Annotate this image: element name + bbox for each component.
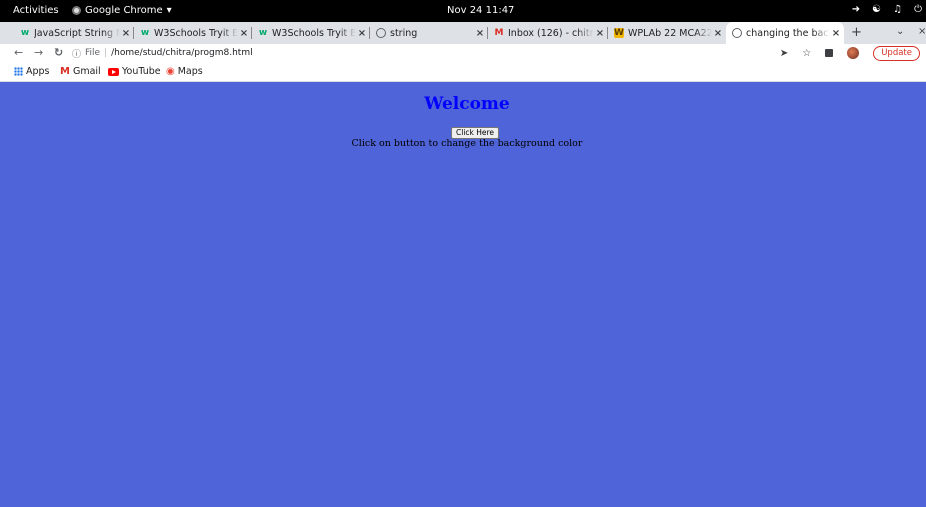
power-icon[interactable]: ⏻ (914, 4, 922, 15)
tab-string[interactable]: string × (370, 22, 488, 44)
close-icon[interactable]: × (356, 28, 368, 39)
close-icon[interactable]: × (238, 28, 250, 39)
new-tab-button[interactable]: + (851, 25, 862, 40)
bookmark-label: YouTube (122, 66, 161, 77)
app-name: Google Chrome (85, 5, 163, 16)
system-top-bar: Activities Google Chrome ▾ Nov 24 11:47 … (0, 0, 926, 22)
activities-button[interactable]: Activities (13, 5, 59, 16)
tab-gmail-inbox[interactable]: M Inbox (126) - chitrak × (488, 22, 608, 44)
bookmark-apps[interactable]: Apps (14, 66, 50, 77)
reload-icon[interactable]: ↻ (54, 46, 63, 59)
caret-down-icon: ▾ (166, 5, 172, 16)
globe-icon (376, 28, 386, 38)
gmail-icon: M (60, 66, 70, 77)
info-icon[interactable]: ⓘ (72, 47, 81, 60)
youtube-icon (108, 67, 119, 76)
tab-javascript-string-methods[interactable]: w JavaScript String Me × (14, 22, 134, 44)
scheme-separator: | (104, 48, 108, 58)
tab-title: W3Schools Tryit Edi (154, 27, 238, 39)
page-heading: Welcome (424, 94, 510, 114)
w3schools-icon: w (258, 28, 268, 38)
bookmark-maps[interactable]: ◉ Maps (166, 66, 203, 77)
accessibility-icon[interactable]: ➜ (852, 4, 860, 15)
browser-toolbar: ← → ↻ ⓘ File | /home/stud/chitra/progm8.… (0, 44, 926, 62)
scheme-label: File (85, 48, 101, 58)
maps-pin-icon: ◉ (166, 66, 175, 77)
viewport-left-edge (0, 82, 8, 507)
apps-grid-icon (14, 67, 23, 76)
gmail-icon: M (494, 28, 504, 38)
tab-w3schools-tryit-2[interactable]: w W3Schools Tryit Edi × (252, 22, 370, 44)
wplab-icon: W (614, 28, 624, 38)
close-icon[interactable]: × (594, 28, 606, 39)
chrome-icon (72, 6, 81, 15)
tab-wplab[interactable]: W WPLAb 22 MCA22 A × (608, 22, 726, 44)
close-icon[interactable]: × (120, 28, 132, 39)
tab-title: WPLAb 22 MCA22 A (628, 27, 712, 39)
bookmark-gmail[interactable]: M Gmail (60, 66, 101, 77)
w3schools-icon: w (140, 28, 150, 38)
tab-title: string (390, 27, 418, 39)
tab-strip: w JavaScript String Me × w W3Schools Try… (0, 22, 926, 44)
screen: Activities Google Chrome ▾ Nov 24 11:47 … (0, 0, 926, 507)
globe-icon (732, 28, 742, 38)
profile-avatar[interactable] (847, 47, 860, 59)
page-viewport: Welcome Click Here Click on button to ch… (8, 82, 926, 507)
tab-title: Inbox (126) - chitrak (508, 27, 594, 39)
back-arrow-icon[interactable]: ← (14, 46, 23, 59)
close-icon[interactable]: × (712, 28, 724, 39)
tab-search-chevron-icon[interactable]: ⌄ (896, 26, 904, 37)
close-icon[interactable]: × (830, 28, 842, 39)
tab-title: changing the backgr (746, 27, 830, 39)
close-icon[interactable]: × (474, 28, 486, 39)
tab-title: JavaScript String Me (34, 27, 120, 39)
tab-title: W3Schools Tryit Edi (272, 27, 356, 39)
bookmark-label: Maps (177, 66, 203, 77)
window-close-icon[interactable]: × (918, 26, 926, 37)
bookmark-label: Apps (26, 66, 50, 77)
clock[interactable]: Nov 24 11:47 (447, 5, 514, 16)
bookmarks-bar: Apps M Gmail YouTube ◉ Maps (0, 62, 926, 82)
volume-icon[interactable]: ♫ (893, 4, 902, 15)
send-icon[interactable]: ➤ (780, 48, 788, 59)
bookmark-label: Gmail (72, 66, 101, 77)
update-button[interactable]: Update (873, 45, 920, 61)
tab-square-icon[interactable] (825, 49, 834, 57)
tab-changing-background[interactable]: changing the backgr × (726, 22, 844, 44)
app-menu[interactable]: Google Chrome ▾ (72, 5, 172, 16)
bookmark-star-icon[interactable]: ☆ (802, 48, 811, 59)
instruction-text: Click on button to change the background… (351, 138, 583, 149)
network-icon[interactable]: ☯ (872, 4, 881, 15)
toolbar-actions: ➤ ☆ Update (780, 45, 926, 61)
system-tray[interactable]: ➜ ☯ ♫ ⏻ (852, 4, 922, 15)
w3schools-icon: w (20, 28, 30, 38)
address-bar[interactable]: ⓘ File | /home/stud/chitra/progm8.html (72, 45, 792, 61)
tab-w3schools-tryit-1[interactable]: w W3Schools Tryit Edi × (134, 22, 252, 44)
forward-arrow-icon[interactable]: → (34, 46, 43, 59)
url-text[interactable]: /home/stud/chitra/progm8.html (111, 48, 252, 58)
bookmark-youtube[interactable]: YouTube (108, 66, 161, 77)
